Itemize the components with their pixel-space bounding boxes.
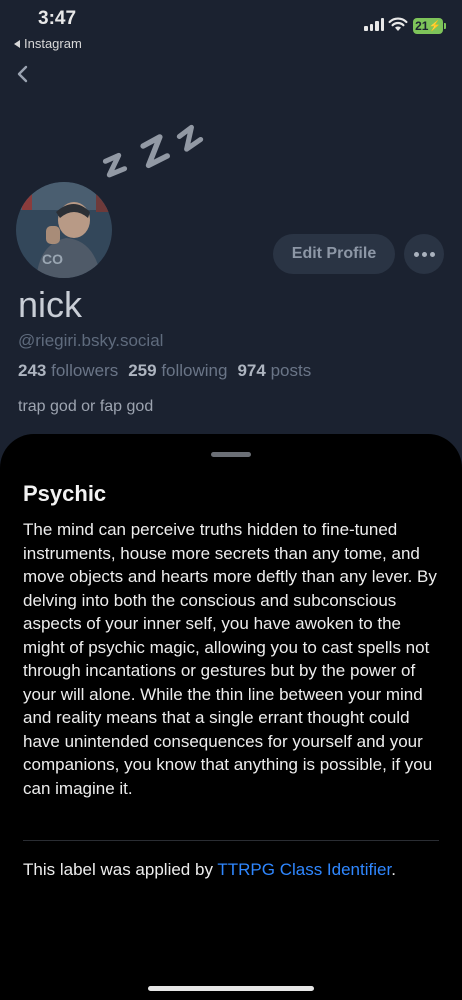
label-description: The mind can perceive truths hidden to f… bbox=[23, 520, 437, 798]
followers-stat[interactable]: 243 followers bbox=[18, 361, 118, 381]
back-chevron-icon[interactable] bbox=[12, 62, 34, 86]
battery-icon: 21 ⚡ bbox=[413, 18, 446, 34]
display-name: nick bbox=[18, 284, 83, 325]
label-title: Psychic bbox=[23, 481, 107, 506]
back-triangle-icon bbox=[14, 39, 20, 48]
posts-stat: 974 posts bbox=[237, 361, 312, 380]
svg-text:CO: CO bbox=[42, 251, 63, 267]
status-bar: 3:47 Instagram 21 ⚡ bbox=[0, 0, 462, 56]
profile-handle: @riegiri.bsky.social bbox=[18, 331, 164, 350]
label-attribution: This label was applied by TTRPG Class Id… bbox=[23, 860, 396, 879]
home-indicator[interactable] bbox=[148, 986, 314, 991]
profile-bio: trap god or fap god bbox=[18, 398, 154, 415]
more-options-button[interactable] bbox=[404, 234, 444, 274]
label-info-sheet: Psychic The mind can perceive truths hid… bbox=[0, 434, 462, 1000]
more-dots-icon bbox=[413, 251, 419, 257]
avatar-photo: CO bbox=[16, 182, 112, 278]
back-app-label: Instagram bbox=[24, 36, 82, 51]
avatar[interactable]: CO bbox=[14, 180, 114, 280]
status-time: 3:47 bbox=[38, 8, 77, 29]
zzz-icon bbox=[102, 124, 204, 178]
profile-stats: 243 followers 259 following 974 posts bbox=[18, 361, 311, 381]
signal-icon bbox=[364, 18, 384, 31]
battery-level: 21 bbox=[415, 19, 429, 33]
sheet-drag-handle[interactable] bbox=[211, 452, 251, 457]
following-stat[interactable]: 259 following bbox=[128, 361, 227, 381]
labeler-link[interactable]: TTRPG Class Identifier bbox=[217, 860, 391, 879]
divider bbox=[23, 840, 439, 841]
wifi-icon bbox=[388, 17, 408, 31]
back-to-app-link[interactable]: Instagram bbox=[14, 36, 82, 51]
edit-profile-button[interactable]: Edit Profile bbox=[273, 234, 395, 274]
